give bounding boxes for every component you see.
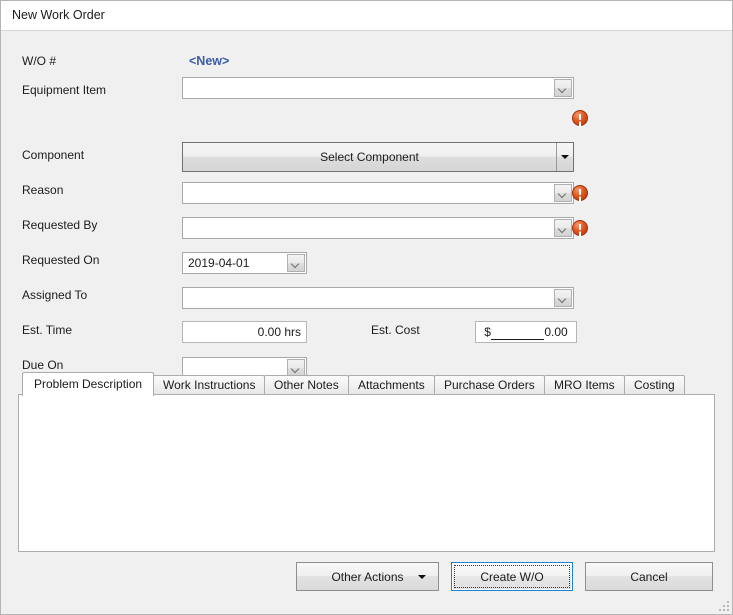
est-cost-currency: $ [484,325,491,339]
triangle-down-icon [561,155,569,159]
label-requested-on: Requested On [22,253,100,267]
requested-on-datepicker[interactable]: 2019-04-01 [182,252,307,274]
requested-by-error-icon[interactable] [572,220,588,236]
new-work-order-window: New Work Order W/O # <New> Equipment Ite… [0,0,733,615]
chevron-down-icon[interactable] [554,219,572,237]
tab-label: Purchase Orders [444,378,535,392]
label-component-text: Component [22,148,85,162]
window-titlebar: New Work Order [1,1,732,31]
tab-problem-description[interactable]: Problem Description [22,372,155,396]
tab-purchase-orders[interactable]: Purchase Orders [434,375,545,395]
tab-label: Costing [634,378,675,392]
label-component: Component [22,148,84,162]
create-wo-label: Create W/O [480,569,544,584]
tab-label: Attachments [358,378,425,392]
work-order-tabs: Problem Description Work Instructions Othe… [18,372,715,552]
equipment-item-error-icon[interactable] [572,110,588,126]
label-requested-by: Requested By [22,218,98,232]
tab-costing[interactable]: Costing [624,375,685,395]
tab-label: Work Instructions [163,378,256,392]
tabstrip: Problem Description Work Instructions Othe… [18,372,715,396]
other-actions-label: Other Actions [331,569,404,584]
label-est-time: Est. Time [22,323,73,337]
assigned-to-combo[interactable] [182,287,574,309]
cancel-button[interactable]: Cancel [585,562,713,591]
work-order-form: W/O # <New> Equipment Item Component Sel… [1,32,732,614]
requested-by-combo[interactable] [182,217,574,239]
tab-label: MRO Items [554,378,615,392]
wo-number-value: <New> [189,54,230,68]
select-component-label: Select Component [320,150,419,164]
select-component-splitbutton[interactable]: Select Component [182,142,574,172]
chevron-down-icon[interactable] [554,79,572,97]
requested-on-value: 2019-04-01 [188,256,250,270]
est-cost-value: $________0.00 [476,325,576,340]
tab-label: Problem Description [34,377,143,391]
chevron-down-icon[interactable] [287,254,305,272]
label-assigned-to: Assigned To [22,288,88,302]
reason-error-icon[interactable] [572,185,588,201]
label-due-on: Due On [22,358,64,372]
tab-attachments[interactable]: Attachments [348,375,435,395]
est-time-value: 0.00 hrs [257,325,301,339]
label-reason: Reason [22,183,64,197]
resize-grip[interactable] [716,598,729,611]
label-est-cost: Est. Cost [371,323,420,337]
est-time-input[interactable]: 0.00 hrs [182,321,307,343]
select-component-dropdown-toggle[interactable] [556,143,573,171]
reason-combo[interactable] [182,182,574,204]
window-title: New Work Order [12,8,105,22]
equipment-item-combo[interactable] [182,77,574,99]
tab-label: Other Notes [274,378,339,392]
chevron-down-icon[interactable] [554,289,572,307]
chevron-down-icon[interactable] [554,184,572,202]
problem-description-textarea[interactable] [24,400,709,546]
est-cost-mask: ________ [490,325,545,340]
tab-work-instructions[interactable]: Work Instructions [153,375,266,395]
tab-other-notes[interactable]: Other Notes [264,375,349,395]
cancel-label: Cancel [630,569,668,584]
tab-mro-items[interactable]: MRO Items [544,375,625,395]
triangle-down-icon [418,574,426,579]
label-equipment-item: Equipment Item [22,83,107,97]
select-component-button[interactable]: Select Component [183,143,556,171]
label-wo-number: W/O # [22,54,57,68]
other-actions-button[interactable]: Other Actions [296,562,439,591]
tab-panel-problem-description [18,394,715,552]
create-wo-button[interactable]: Create W/O [451,562,573,591]
est-cost-input[interactable]: $________0.00 [475,321,577,343]
est-cost-amount: 0.00 [544,325,568,339]
